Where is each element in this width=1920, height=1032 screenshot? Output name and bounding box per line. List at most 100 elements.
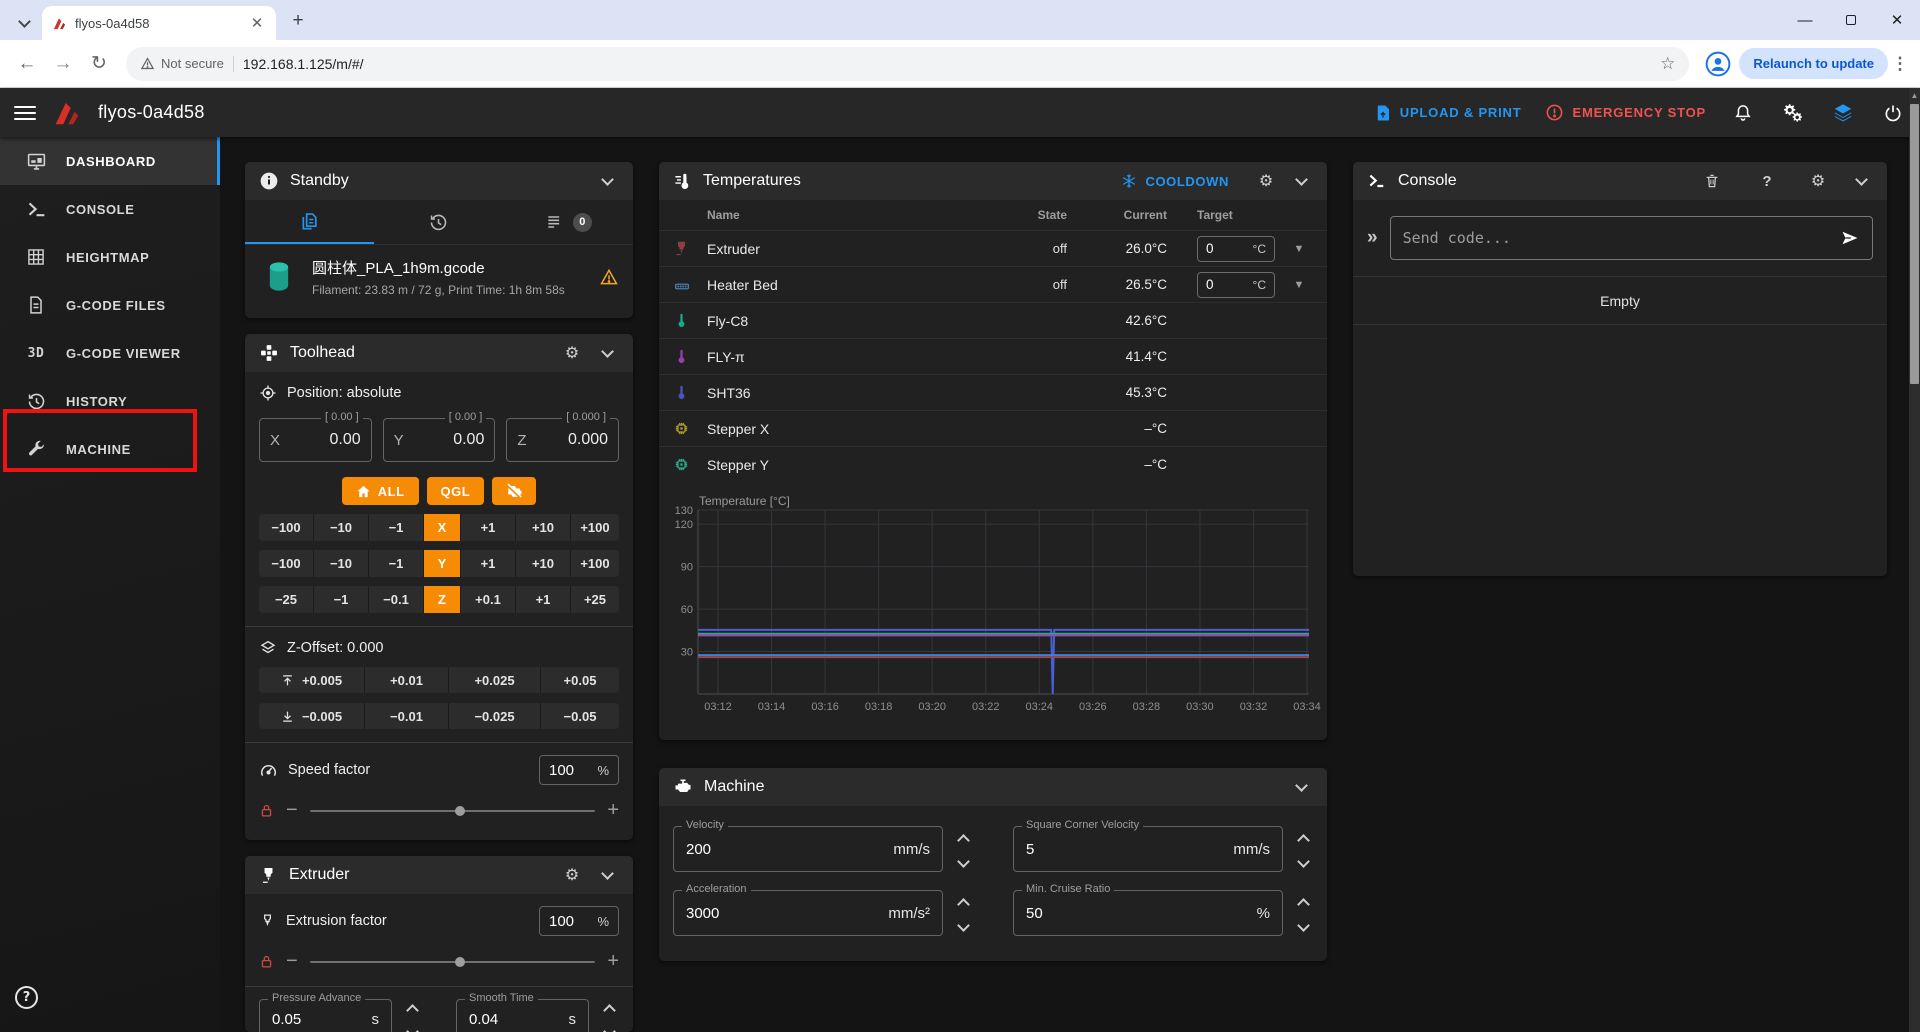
heater-bed-target-input[interactable]: 0 °C — [1197, 272, 1275, 298]
tab-close-icon[interactable]: ✕ — [248, 14, 266, 32]
z-offset-down-005[interactable]: −0.05 — [541, 703, 619, 729]
lock-icon[interactable] — [259, 954, 274, 969]
z-offset-up-001[interactable]: +0.01 — [365, 667, 449, 693]
console-help-button[interactable]: ? — [1755, 173, 1779, 190]
decrement-button[interactable] — [957, 919, 970, 932]
layers-button[interactable] — [1830, 100, 1856, 126]
browser-tab[interactable]: flyos-0a4d58 ✕ — [42, 6, 276, 40]
sidebar-item-gcode-files[interactable]: G-CODE FILES — [0, 281, 220, 329]
increment-button[interactable] — [957, 898, 970, 911]
increment-button[interactable] — [406, 1004, 419, 1017]
window-close-button[interactable]: ✕ — [1874, 0, 1920, 40]
scrollbar-up-arrow[interactable]: ▲ — [1909, 88, 1920, 100]
target-dropdown-icon[interactable]: ▼ — [1285, 243, 1313, 255]
gcode-input-box[interactable] — [1390, 216, 1873, 260]
browser-menu-icon[interactable]: ⋮ — [1890, 54, 1910, 74]
jog-x-axis-button[interactable]: X — [424, 514, 461, 541]
z-offset-up-0025[interactable]: +0.025 — [449, 667, 541, 693]
tab-jobs[interactable] — [245, 200, 374, 244]
sidebar-item-dashboard[interactable]: DASHBOARD — [0, 137, 220, 185]
increment-button[interactable] — [603, 1004, 616, 1017]
z-position-field[interactable]: [ 0.000 ] Z 0.000 — [506, 418, 619, 462]
decrement-button[interactable] — [406, 1025, 419, 1032]
sidebar-item-machine[interactable]: MACHINE — [0, 425, 220, 473]
pressure-advance-field[interactable]: Pressure Advance 0.05 s — [259, 999, 392, 1032]
jog-y-minus-100[interactable]: −100 — [259, 550, 314, 577]
jog-z-minus-01[interactable]: −0.1 — [369, 586, 424, 613]
decrement-button[interactable] — [1297, 855, 1310, 868]
speed-increase-button[interactable]: + — [607, 799, 619, 822]
jog-z-minus-25[interactable]: −25 — [259, 586, 314, 613]
sidebar-item-gcode-viewer[interactable]: 3D G-CODE VIEWER — [0, 329, 220, 377]
collapse-button[interactable] — [1289, 178, 1313, 184]
hamburger-menu-button[interactable] — [14, 106, 36, 120]
extruder-target-input[interactable]: 0 °C — [1197, 236, 1275, 262]
velocity-field[interactable]: Velocity 200 mm/s — [673, 826, 943, 872]
collapse-button[interactable] — [595, 872, 619, 878]
acceleration-field[interactable]: Acceleration 3000 mm/s² — [673, 890, 943, 936]
window-minimize-button[interactable]: — — [1782, 0, 1828, 40]
sidebar-item-console[interactable]: CONSOLE — [0, 185, 220, 233]
relaunch-to-update-button[interactable]: Relaunch to update — [1739, 48, 1888, 79]
home-all-button[interactable]: ALL — [342, 477, 419, 505]
ui-settings-gears-button[interactable] — [1780, 100, 1806, 126]
upload-and-print-button[interactable]: UPLOAD & PRINT — [1374, 104, 1522, 122]
notifications-bell-button[interactable] — [1730, 100, 1756, 126]
temperatures-settings-gear-icon[interactable]: ⚙ — [1254, 171, 1278, 191]
jog-x-minus-10[interactable]: −10 — [314, 514, 369, 541]
x-position-field[interactable]: [ 0.00 ] X 0.00 — [259, 418, 372, 462]
url-text[interactable]: 192.168.1.125/m/#/ — [243, 56, 1651, 72]
min-cruise-ratio-field[interactable]: Min. Cruise Ratio 50 % — [1013, 890, 1283, 936]
z-offset-down-001[interactable]: −0.01 — [365, 703, 449, 729]
temp-row-heater-bed[interactable]: Heater Bed off 26.5°C 0 °C ▼ — [659, 266, 1327, 302]
toolhead-settings-gear-icon[interactable]: ⚙ — [560, 343, 584, 363]
profile-avatar[interactable] — [1705, 51, 1731, 77]
jog-z-plus-1[interactable]: +1 — [516, 586, 571, 613]
tab-search-button[interactable] — [10, 7, 38, 35]
jog-z-plus-25[interactable]: +25 — [571, 586, 619, 613]
speed-factor-input[interactable]: 100 % — [539, 755, 619, 785]
speed-decrease-button[interactable]: − — [286, 799, 298, 822]
square-corner-velocity-field[interactable]: Square Corner Velocity 5 mm/s — [1013, 826, 1283, 872]
bookmark-star-icon[interactable]: ☆ — [1660, 54, 1675, 74]
decrement-button[interactable] — [1297, 919, 1310, 932]
address-bar[interactable]: Not secure 192.168.1.125/m/#/ ☆ — [126, 47, 1689, 81]
jog-z-minus-1[interactable]: −1 — [314, 586, 369, 613]
jog-y-plus-100[interactable]: +100 — [571, 550, 619, 577]
gcode-file-item[interactable]: 圆柱体_PLA_1h9m.gcode Filament: 23.83 m / 7… — [245, 244, 633, 309]
jog-x-plus-1[interactable]: +1 — [461, 514, 516, 541]
emergency-stop-button[interactable]: EMERGENCY STOP — [1545, 103, 1706, 122]
extruder-settings-gear-icon[interactable]: ⚙ — [560, 865, 584, 885]
extrusion-factor-input[interactable]: 100 % — [539, 906, 619, 936]
not-secure-chip[interactable]: Not secure — [140, 56, 224, 71]
jog-x-minus-1[interactable]: −1 — [369, 514, 424, 541]
jog-x-plus-10[interactable]: +10 — [516, 514, 571, 541]
gcode-input[interactable] — [1403, 229, 1832, 247]
jog-z-plus-01[interactable]: +0.1 — [461, 586, 516, 613]
temp-row-extruder[interactable]: Extruder off 26.0°C 0 °C ▼ — [659, 230, 1327, 266]
scrollbar-thumb[interactable] — [1910, 104, 1919, 384]
collapse-button[interactable] — [1849, 178, 1873, 184]
console-clear-trash-button[interactable] — [1704, 173, 1728, 189]
console-settings-gear-icon[interactable]: ⚙ — [1806, 171, 1830, 191]
decrement-button[interactable] — [957, 855, 970, 868]
z-offset-down-0025[interactable]: −0.025 — [449, 703, 541, 729]
page-scrollbar[interactable]: ▲ — [1909, 88, 1920, 1032]
jog-y-plus-10[interactable]: +10 — [516, 550, 571, 577]
extrusion-increase-button[interactable]: + — [607, 950, 619, 973]
target-dropdown-icon[interactable]: ▼ — [1285, 279, 1313, 291]
increment-button[interactable] — [1297, 898, 1310, 911]
back-button[interactable]: ← — [10, 47, 44, 81]
slider-knob[interactable] — [455, 957, 465, 967]
jog-z-axis-button[interactable]: Z — [424, 586, 461, 613]
lock-icon[interactable] — [259, 803, 274, 818]
forward-button[interactable]: → — [46, 47, 80, 81]
qgl-button[interactable]: QGL — [427, 477, 485, 505]
sidebar-item-history[interactable]: HISTORY — [0, 377, 220, 425]
window-maximize-button[interactable] — [1828, 0, 1874, 40]
z-offset-up-005[interactable]: +0.05 — [541, 667, 619, 693]
jog-y-axis-button[interactable]: Y — [424, 550, 461, 577]
z-offset-up-0005[interactable]: +0.005 — [259, 667, 365, 693]
sidebar-item-heightmap[interactable]: HEIGHTMAP — [0, 233, 220, 281]
speed-factor-slider[interactable] — [310, 810, 596, 812]
